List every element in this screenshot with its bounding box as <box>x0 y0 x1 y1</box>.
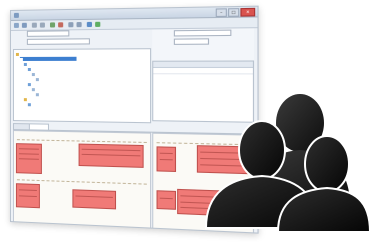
users-group-icon <box>204 94 372 233</box>
promo-scene: – □ ✕ <box>0 0 372 242</box>
